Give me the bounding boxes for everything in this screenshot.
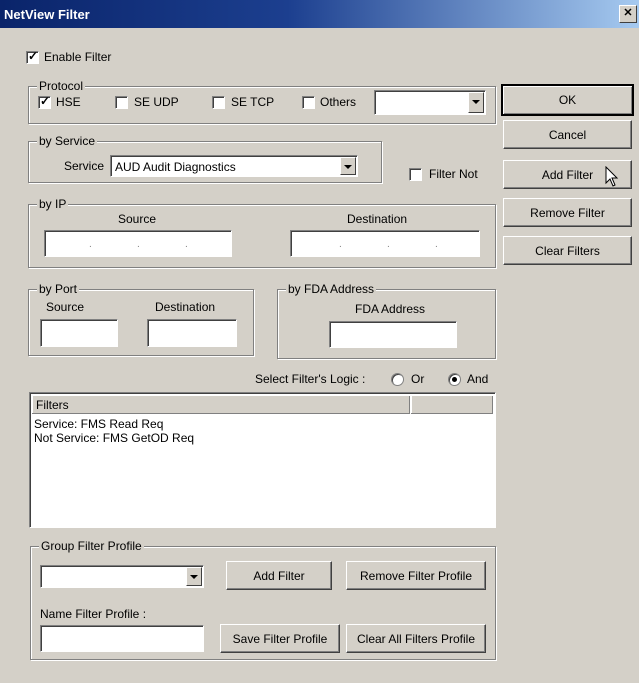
protocol-hse-checkbox[interactable]: ✓ bbox=[38, 94, 51, 109]
ip-destination-label: Destination bbox=[347, 212, 408, 226]
checkmark-icon: ✓ bbox=[28, 49, 39, 63]
close-icon: ✕ bbox=[623, 7, 633, 19]
fda-address-label: FDA Address bbox=[355, 302, 426, 316]
logic-and-radio[interactable] bbox=[448, 373, 461, 386]
chevron-down-icon bbox=[344, 165, 352, 169]
filter-logic-label: Select Filter's Logic : bbox=[255, 372, 366, 386]
protocol-se-udp-label: SE UDP bbox=[134, 95, 179, 109]
service-value: AUD Audit Diagnostics bbox=[115, 160, 236, 174]
filters-column-header-2[interactable] bbox=[411, 395, 493, 414]
port-source-input[interactable] bbox=[40, 319, 118, 347]
profile-dropdown-button[interactable] bbox=[186, 567, 202, 586]
profile-add-filter-label: Add Filter bbox=[253, 569, 305, 583]
logic-or-label: Or bbox=[411, 372, 425, 386]
netview-filter-dialog: NetView Filter ✕ ✓ Enable Filter Protoco… bbox=[0, 0, 639, 683]
filter-not-checkbox[interactable] bbox=[409, 168, 422, 181]
others-dropdown-button[interactable] bbox=[468, 92, 484, 113]
service-dropdown-button[interactable] bbox=[340, 157, 356, 175]
group-filter-profile-label: Group Filter Profile bbox=[39, 539, 144, 553]
title-bar: NetView Filter ✕ bbox=[0, 0, 639, 28]
clear-filters-label: Clear Filters bbox=[535, 244, 600, 258]
filter-profile-select[interactable] bbox=[40, 565, 204, 588]
name-filter-profile-input[interactable] bbox=[40, 625, 204, 652]
protocol-se-tcp-checkbox[interactable] bbox=[212, 96, 225, 109]
by-port-group-label: by Port bbox=[37, 282, 80, 296]
clear-all-filters-profile-button[interactable]: Clear All Filters Profile bbox=[346, 624, 486, 653]
checkmark-icon: ✓ bbox=[40, 94, 51, 108]
clear-filters-button[interactable]: Clear Filters bbox=[503, 236, 632, 265]
remove-filter-button[interactable]: Remove Filter bbox=[503, 198, 632, 227]
save-filter-profile-label: Save Filter Profile bbox=[232, 632, 328, 646]
enable-filter-label: Enable Filter bbox=[44, 50, 112, 64]
protocol-group-label: Protocol bbox=[37, 79, 86, 93]
list-item[interactable]: Not Service: FMS GetOD Req bbox=[34, 431, 194, 445]
ok-button[interactable]: OK bbox=[501, 84, 634, 116]
port-source-label: Source bbox=[46, 300, 85, 314]
others-protocol-select[interactable] bbox=[374, 90, 486, 115]
by-ip-group-label: by IP bbox=[37, 197, 69, 211]
protocol-hse-label: HSE bbox=[56, 95, 81, 109]
radio-selected-dot bbox=[452, 377, 457, 382]
window-title: NetView Filter bbox=[4, 7, 90, 22]
remove-filter-profile-label: Remove Filter Profile bbox=[359, 569, 473, 583]
filter-not-label: Filter Not bbox=[429, 167, 478, 181]
protocol-se-udp-checkbox[interactable] bbox=[115, 96, 128, 109]
remove-filter-label: Remove Filter bbox=[530, 206, 605, 220]
port-destination-input[interactable] bbox=[147, 319, 237, 347]
name-filter-profile-label: Name Filter Profile : bbox=[40, 607, 147, 621]
protocol-others-checkbox[interactable] bbox=[302, 96, 315, 109]
ip-destination-input[interactable]: ... bbox=[290, 230, 480, 257]
mouse-pointer-icon bbox=[605, 166, 619, 187]
filters-list[interactable]: Filters Service: FMS Read Req Not Servic… bbox=[29, 392, 496, 528]
ip-source-input[interactable]: ... bbox=[44, 230, 232, 257]
chevron-down-icon bbox=[190, 575, 198, 579]
filters-column-header[interactable]: Filters bbox=[32, 395, 410, 414]
by-fda-group-label: by FDA Address bbox=[286, 282, 377, 296]
by-service-group-label: by Service bbox=[37, 134, 98, 148]
protocol-se-tcp-label: SE TCP bbox=[231, 95, 275, 109]
port-destination-label: Destination bbox=[155, 300, 216, 314]
save-filter-profile-button[interactable]: Save Filter Profile bbox=[220, 624, 340, 653]
cancel-label: Cancel bbox=[548, 128, 587, 142]
enable-filter-checkbox[interactable]: ✓ bbox=[26, 49, 39, 64]
service-label: Service bbox=[64, 159, 105, 173]
list-item[interactable]: Service: FMS Read Req bbox=[34, 417, 163, 431]
chevron-down-icon bbox=[472, 100, 480, 104]
filters-column-label: Filters bbox=[36, 398, 69, 412]
close-button[interactable]: ✕ bbox=[619, 5, 637, 23]
ok-label: OK bbox=[558, 93, 577, 107]
fda-address-input[interactable] bbox=[329, 321, 457, 348]
remove-filter-profile-button[interactable]: Remove Filter Profile bbox=[346, 561, 486, 590]
profile-add-filter-button[interactable]: Add Filter bbox=[226, 561, 332, 590]
logic-and-label: And bbox=[467, 372, 489, 386]
logic-or-radio[interactable] bbox=[391, 373, 404, 386]
cancel-button[interactable]: Cancel bbox=[503, 120, 632, 149]
clear-all-filters-profile-label: Clear All Filters Profile bbox=[356, 632, 476, 646]
protocol-others-label: Others bbox=[320, 95, 357, 109]
ip-source-label: Source bbox=[118, 212, 157, 226]
service-select[interactable]: AUD Audit Diagnostics bbox=[110, 155, 358, 177]
